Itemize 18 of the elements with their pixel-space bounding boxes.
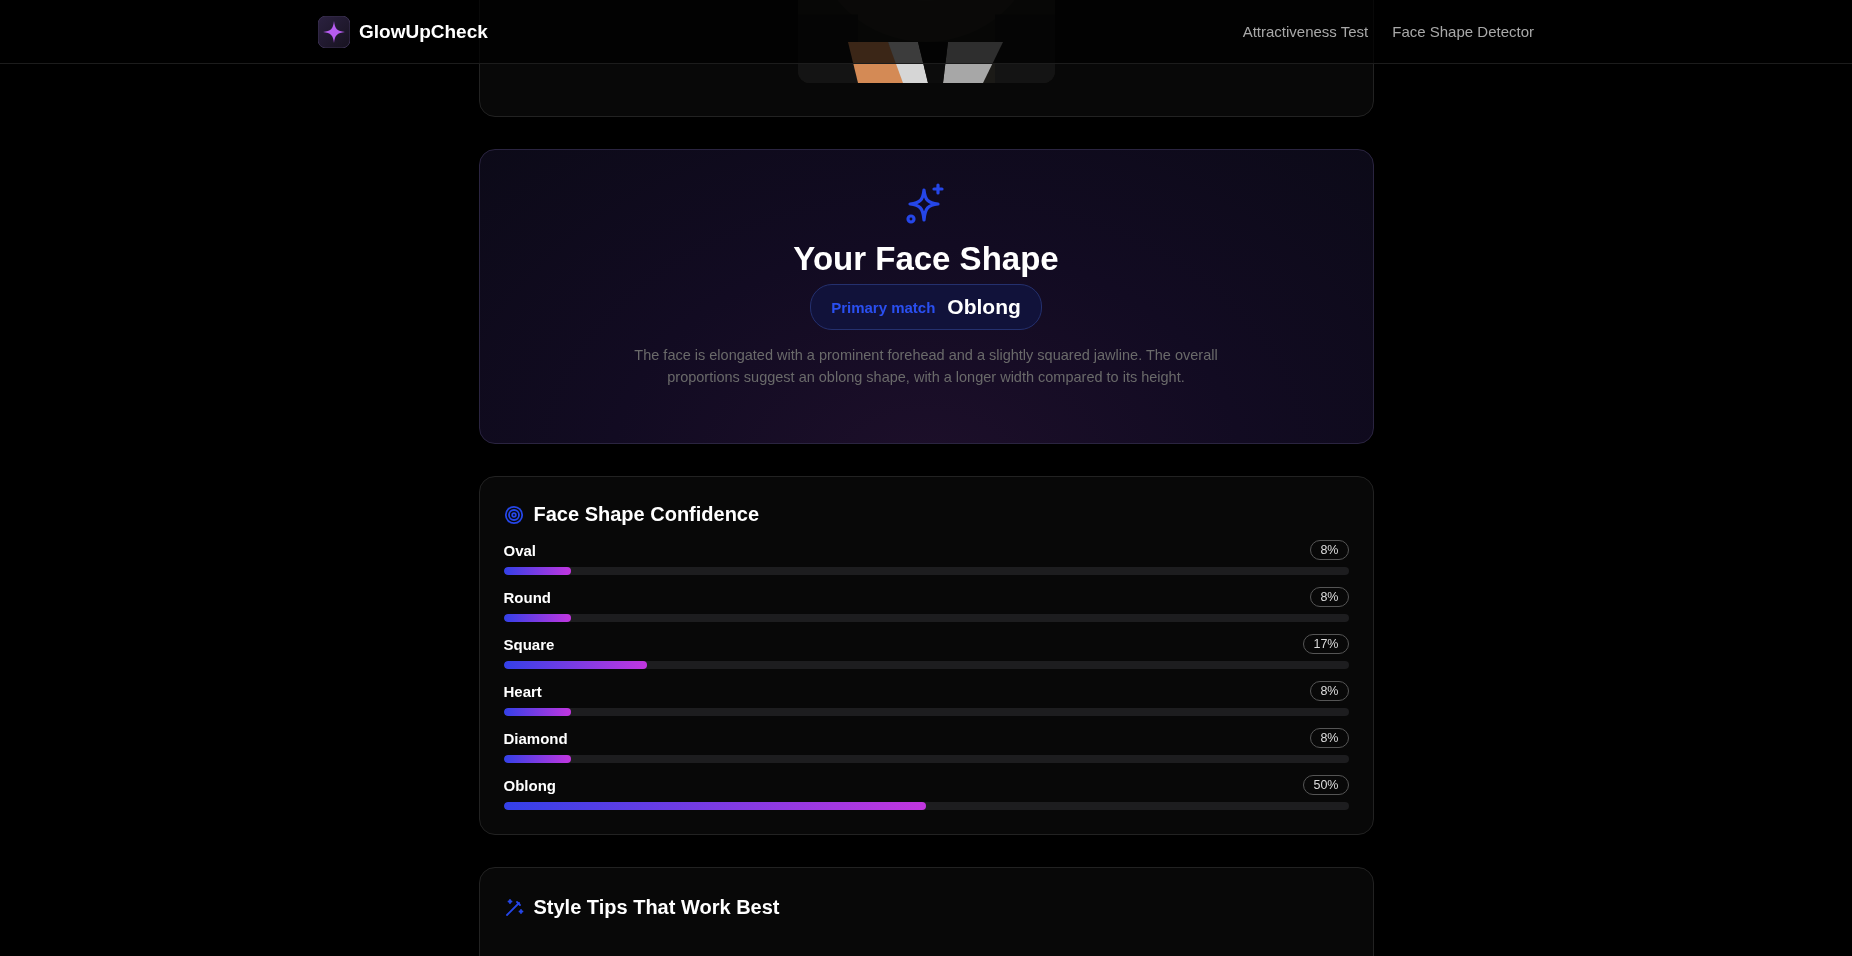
- brand-name[interactable]: GlowUpCheck: [359, 20, 488, 43]
- shape-label: Heart: [503, 682, 542, 700]
- nav-link[interactable]: Face Shape Detector: [1392, 23, 1534, 40]
- shape-label: Round: [503, 588, 551, 606]
- match-label: Primary match: [831, 298, 936, 316]
- result-title: Your Face Shape: [793, 240, 1059, 278]
- sparkle-logo-icon[interactable]: [318, 15, 350, 48]
- section-title: Face Shape Confidence: [533, 503, 760, 526]
- section-title: Style Tips That Work Best: [533, 896, 780, 919]
- shape-label: Oblong: [503, 776, 556, 794]
- match-value: Oblong: [947, 295, 1021, 319]
- shape-label: Diamond: [503, 729, 568, 747]
- nav-link[interactable]: Attractiveness Test: [1242, 23, 1369, 40]
- target-icon: [503, 504, 524, 525]
- magic-wand-icon: [503, 897, 524, 918]
- shape-label: Square: [503, 635, 555, 653]
- result-description: The face is elongated with a prominent forehead and a slightly squared jawline. The overall proportions suggest an oblong shape, with a longer width compared to its height.: [633, 346, 1219, 387]
- shape-label: Oval: [503, 541, 537, 559]
